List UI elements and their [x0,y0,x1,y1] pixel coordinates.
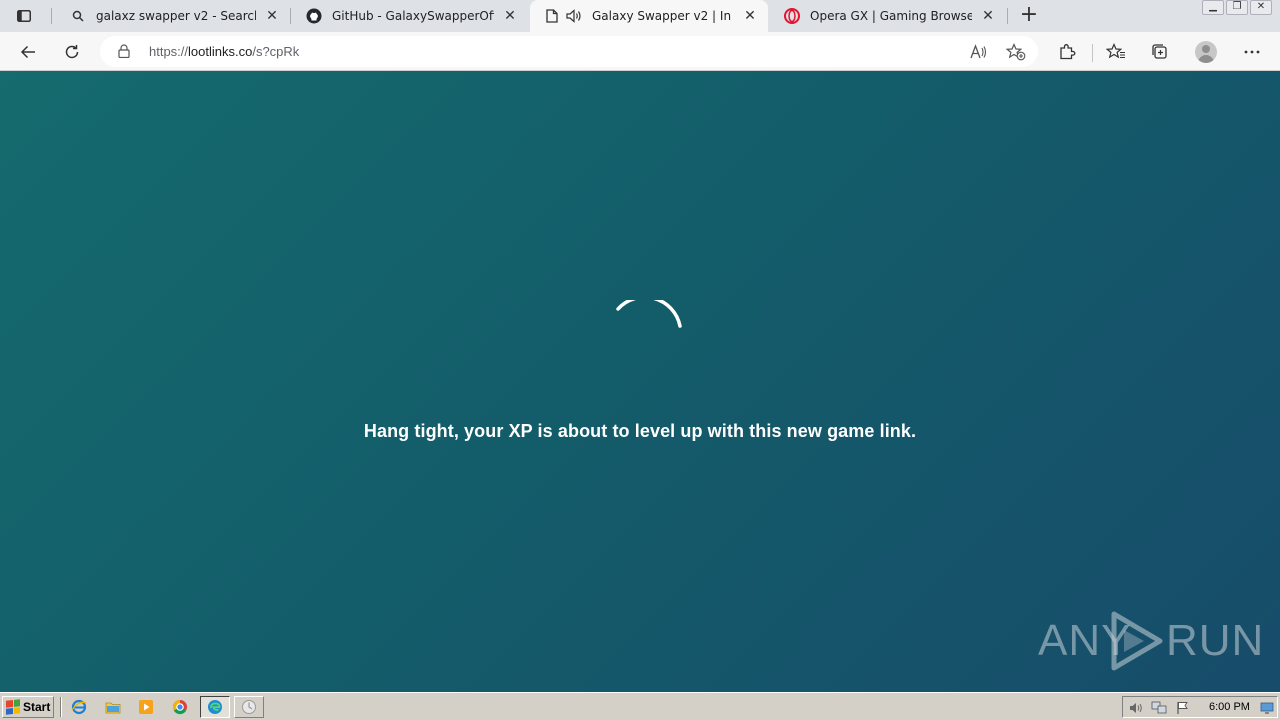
opera-icon [784,8,800,24]
taskbar-clock: 6:00 PM [1209,701,1250,713]
address-bar[interactable]: https://lootlinks.co/s?cpRk [100,36,1038,67]
lock-icon[interactable] [118,44,132,59]
watermark-text-right: RUN [1166,616,1265,665]
anyrun-watermark: ANY RUN [1038,608,1263,674]
tab-actions-icon [17,10,31,22]
toolbar-separator [1092,44,1093,62]
profile-avatar[interactable] [1195,41,1217,63]
search-icon [70,8,86,24]
back-arrow-icon [20,45,35,59]
taskbar-app-button[interactable] [234,696,264,718]
tab-galaxy-swapper[interactable]: Galaxy Swapper v2 | In Game ✕ [530,0,768,32]
start-button[interactable]: Start [2,696,54,718]
network-icon[interactable] [1151,700,1167,716]
taskbar-edge-button[interactable] [200,696,230,718]
system-tray: 6:00 PM [1122,696,1278,718]
read-aloud-icon[interactable] [968,41,990,63]
tab-separator [290,8,291,24]
start-label: Start [23,700,51,714]
show-desktop-icon[interactable] [1259,700,1275,716]
edge-icon [208,700,222,714]
more-options-button[interactable] [1239,39,1265,65]
back-button[interactable] [15,39,41,65]
play-logo-icon [1111,611,1163,671]
refresh-icon [65,45,79,59]
collections-button[interactable] [1147,39,1173,65]
favorites-icon [1106,43,1125,59]
tab-opera-gx[interactable]: Opera GX | Gaming Browser | Op ✕ [770,0,1006,32]
action-center-flag-icon[interactable] [1175,700,1191,716]
tab-separator [51,8,52,24]
close-icon[interactable]: ✕ [980,8,996,24]
tab-actions-menu[interactable] [10,7,38,25]
page-icon [544,8,560,24]
app-icon [242,700,256,714]
volume-icon[interactable] [1128,700,1144,716]
close-window-button[interactable]: ✕ [1250,0,1272,15]
url-text[interactable]: https://lootlinks.co/s?cpRk [149,44,299,59]
chrome-icon[interactable] [171,698,189,716]
close-icon[interactable]: ✕ [742,8,758,24]
browser-toolbar: https://lootlinks.co/s?cpRk [0,32,1280,71]
speaker-icon[interactable] [566,8,582,24]
tab-title: galaxz swapper v2 - Search [96,9,256,23]
add-favorite-icon[interactable] [1005,41,1027,63]
tab-search[interactable]: galaxz swapper v2 - Search ✕ [56,0,290,32]
refresh-button[interactable] [59,39,85,65]
loading-message: Hang tight, your XP is about to level up… [363,421,917,441]
media-player-icon[interactable] [137,698,155,716]
close-icon[interactable]: ✕ [502,8,518,24]
collections-icon [1152,44,1167,59]
close-icon[interactable]: ✕ [264,8,280,24]
restore-button[interactable]: ❐ [1226,0,1248,15]
tab-separator [1007,8,1008,24]
favorites-button[interactable] [1103,39,1129,65]
window-controls: ▁ ❐ ✕ [1202,0,1272,15]
taskbar-separator [60,697,62,717]
tab-title: Opera GX | Gaming Browser | Op [810,9,972,23]
loading-spinner-icon [616,300,682,328]
more-dots-icon [1244,50,1260,54]
internet-explorer-icon[interactable] [70,698,88,716]
tab-title: Galaxy Swapper v2 | In Game [592,9,734,23]
windows-logo-icon [6,699,20,715]
puzzle-icon [1060,44,1076,60]
tab-github[interactable]: GitHub - GalaxySwapperOfficial/ ✕ [292,0,528,32]
tab-title: GitHub - GalaxySwapperOfficial/ [332,9,494,23]
taskbar: Start 6:00 PM [0,692,1280,720]
extensions-button[interactable] [1054,39,1080,65]
file-explorer-icon[interactable] [104,698,122,716]
new-tab-button[interactable]: + [1018,4,1040,26]
page-content: Hang tight, your XP is about to level up… [0,71,1280,692]
minimize-button[interactable]: ▁ [1202,0,1224,15]
github-icon [306,8,322,24]
tab-strip: galaxz swapper v2 - Search ✕ GitHub - Ga… [0,0,1280,32]
